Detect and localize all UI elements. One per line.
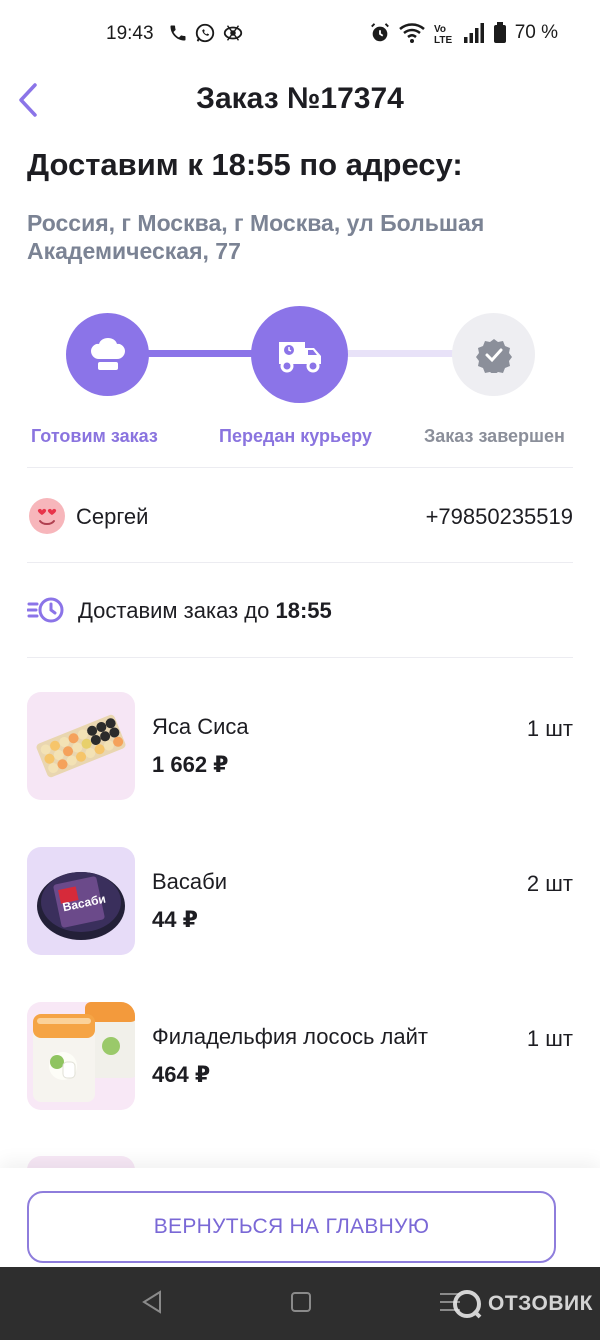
status-bar: 19:43 Vo LTE 70 % bbox=[0, 0, 600, 66]
back-to-home-button[interactable]: ВЕРНУТЬСЯ НА ГЛАВНУЮ bbox=[27, 1191, 556, 1263]
eta-time: 18:55 bbox=[275, 598, 332, 623]
item-name: Яса Сиса bbox=[152, 714, 249, 739]
battery-icon bbox=[493, 22, 506, 43]
item-price: 44 ₽ bbox=[152, 907, 198, 932]
progress-track-pending bbox=[340, 350, 470, 357]
divider bbox=[27, 467, 573, 468]
item-quantity: 1 шт bbox=[526, 716, 573, 741]
svg-text:Vo: Vo bbox=[434, 24, 446, 35]
whatsapp-icon bbox=[195, 23, 215, 43]
order-item[interactable]: Васаби Васаби 44 ₽ 2 шт bbox=[27, 847, 573, 957]
step-courier bbox=[251, 306, 348, 403]
chef-hat-icon bbox=[90, 337, 125, 370]
alarm-icon bbox=[370, 23, 389, 42]
step-label-cooking: Готовим заказ bbox=[31, 426, 158, 446]
nav-back-icon[interactable] bbox=[140, 1289, 164, 1315]
nav-home-icon[interactable] bbox=[290, 1291, 312, 1313]
page-title: Заказ №17374 bbox=[196, 82, 404, 115]
courier-phone-link[interactable]: +79850235519 bbox=[426, 504, 573, 530]
step-completed bbox=[452, 313, 535, 396]
battery-percent: 70 % bbox=[514, 22, 558, 43]
item-image bbox=[27, 692, 135, 800]
system-navigation-bar: ОТЗОВИК bbox=[0, 1267, 600, 1340]
signal-icon bbox=[463, 23, 484, 43]
watermark: ОТЗОВИК bbox=[452, 1289, 593, 1319]
item-quantity: 1 шт bbox=[526, 1026, 573, 1051]
fast-clock-icon bbox=[27, 597, 64, 623]
delivery-truck-icon bbox=[278, 341, 321, 372]
item-image: Васаби bbox=[27, 847, 135, 955]
volte-icon: VoLTE bbox=[434, 24, 452, 44]
item-quantity: 2 шт bbox=[526, 871, 573, 896]
step-cooking bbox=[66, 313, 149, 396]
step-label-courier: Передан курьеру bbox=[219, 426, 372, 446]
status-time: 19:43 bbox=[106, 23, 154, 44]
item-image bbox=[27, 1002, 135, 1110]
order-progress: Готовим заказ Передан курьеру Заказ заве… bbox=[0, 300, 600, 460]
wifi-icon bbox=[398, 23, 425, 43]
delivery-heading: Доставим к 18:55 по адресу: bbox=[27, 147, 463, 182]
divider bbox=[27, 562, 573, 563]
svg-text:LTE: LTE bbox=[434, 35, 452, 44]
eta-text: Доставим заказ до 18:55 bbox=[78, 598, 332, 623]
item-price: 1 662 ₽ bbox=[152, 752, 229, 777]
step-label-completed: Заказ завершен bbox=[424, 426, 565, 446]
phone-icon bbox=[170, 25, 186, 41]
item-name: Васаби bbox=[152, 869, 228, 894]
otzovik-logo-icon bbox=[453, 1290, 482, 1319]
divider bbox=[27, 657, 573, 658]
app-icon bbox=[223, 25, 243, 41]
item-name: Филадельфия лосось лайт bbox=[152, 1024, 428, 1049]
delivery-address: Россия, г Москва, г Москва, ул Большая А… bbox=[27, 210, 485, 264]
check-badge-icon bbox=[475, 338, 512, 373]
order-item[interactable]: Филадельфия лосось лайт 464 ₽ 1 шт bbox=[27, 1002, 573, 1112]
order-item[interactable]: Яса Сиса 1 662 ₽ 1 шт bbox=[27, 692, 573, 802]
heart-eyes-emoji-icon bbox=[29, 498, 65, 534]
item-price: 464 ₽ bbox=[152, 1062, 211, 1087]
courier-name: Сергей bbox=[76, 504, 149, 529]
